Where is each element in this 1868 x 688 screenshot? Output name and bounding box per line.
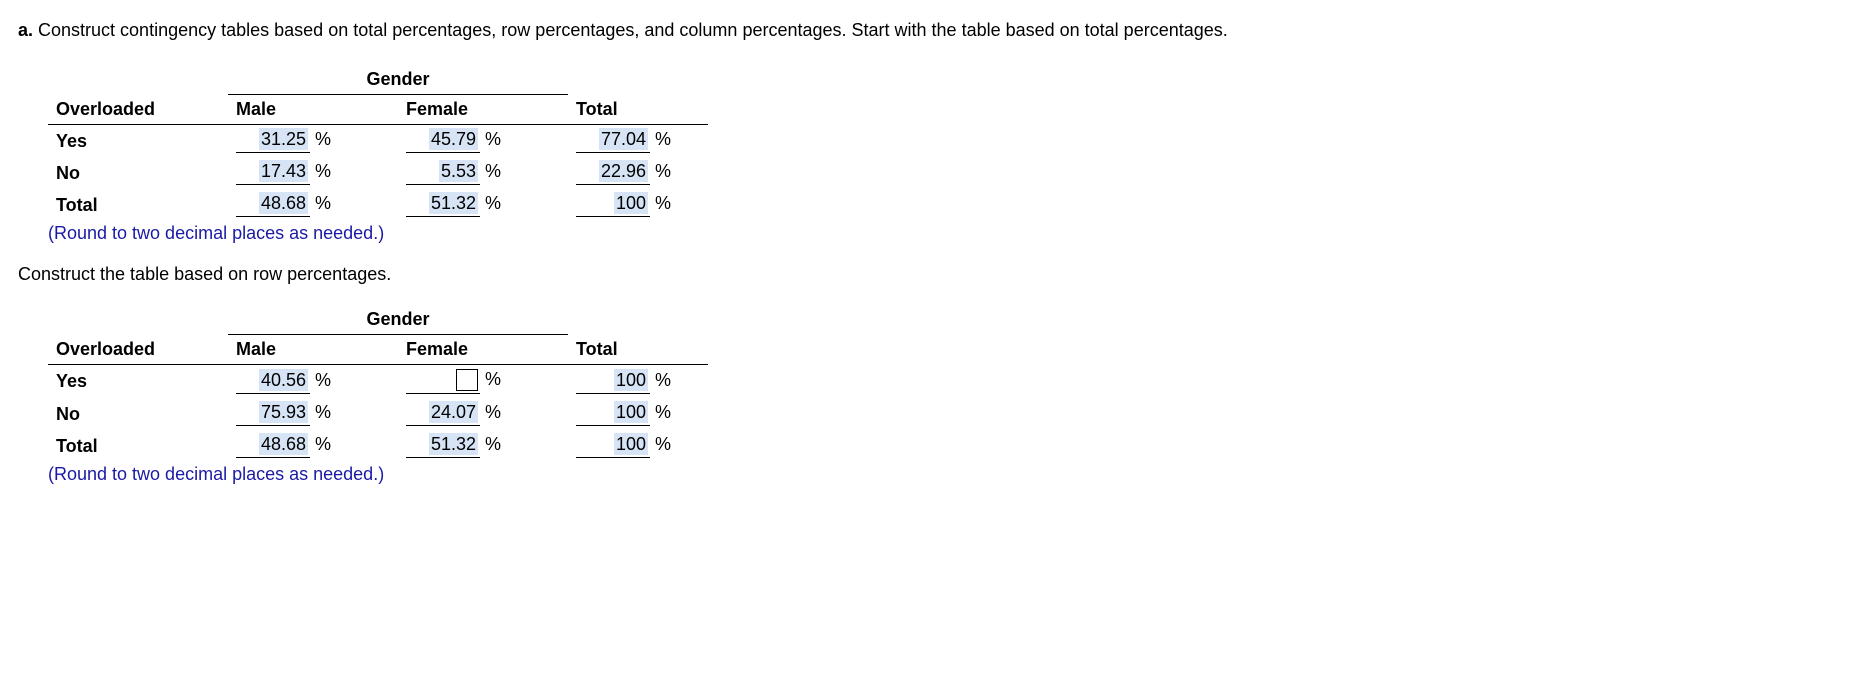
table-row: No 75.93 % 24.07 % 100 % [48, 398, 708, 430]
cell-value: 100 [614, 433, 648, 455]
cell-value: 5.53 [439, 160, 478, 182]
cell-value: 22.96 [599, 160, 648, 182]
overloaded-header: Overloaded [48, 95, 228, 125]
cell-value: 40.56 [259, 369, 308, 391]
table-row: Yes 40.56 % % 100 % [48, 365, 708, 399]
answer-input-yes-female[interactable] [456, 369, 478, 391]
total-header: Total [568, 95, 708, 125]
cell-value: 48.68 [259, 433, 308, 455]
male-header: Male [228, 335, 398, 365]
row-label-no: No [48, 157, 228, 189]
row-label-yes: Yes [48, 125, 228, 158]
female-header: Female [398, 335, 568, 365]
cell-value: 31.25 [259, 128, 308, 150]
cell-value: 77.04 [599, 128, 648, 150]
gender-header: Gender [228, 305, 568, 335]
total-header: Total [568, 335, 708, 365]
cell-value: 100 [614, 192, 648, 214]
cell-value: 75.93 [259, 401, 308, 423]
rounding-hint: (Round to two decimal places as needed.) [48, 223, 708, 244]
table-total-percentages: Gender Overloaded Male Female Total Yes … [48, 65, 708, 244]
cell-value: 17.43 [259, 160, 308, 182]
rounding-hint: (Round to two decimal places as needed.) [48, 464, 708, 485]
female-header: Female [398, 95, 568, 125]
row-label-total: Total [48, 189, 228, 221]
table-row: No 17.43 % 5.53 % 22.96 % [48, 157, 708, 189]
cell-value: 48.68 [259, 192, 308, 214]
cell-value: 24.07 [429, 401, 478, 423]
cell-value: 51.32 [429, 433, 478, 455]
table-row: Total 48.68 % 51.32 % 100 % [48, 430, 708, 462]
cell-value: 51.32 [429, 192, 478, 214]
table-row: Total 48.68 % 51.32 % 100 % [48, 189, 708, 221]
table-row: Yes 31.25 % 45.79 % 77.04 % [48, 125, 708, 158]
cell-value: 100 [614, 369, 648, 391]
cell-value: 45.79 [429, 128, 478, 150]
row-label-yes: Yes [48, 365, 228, 399]
part-label: a. [18, 20, 33, 40]
row-table-prompt: Construct the table based on row percent… [18, 264, 1850, 285]
row-label-total: Total [48, 430, 228, 462]
cell-value: 100 [614, 401, 648, 423]
gender-header: Gender [228, 65, 568, 95]
question-text: Construct contingency tables based on to… [33, 20, 1228, 40]
table-row-percentages: Gender Overloaded Male Female Total Yes … [48, 305, 708, 485]
male-header: Male [228, 95, 398, 125]
overloaded-header: Overloaded [48, 335, 228, 365]
question-line: a. Construct contingency tables based on… [18, 20, 1850, 41]
row-label-no: No [48, 398, 228, 430]
